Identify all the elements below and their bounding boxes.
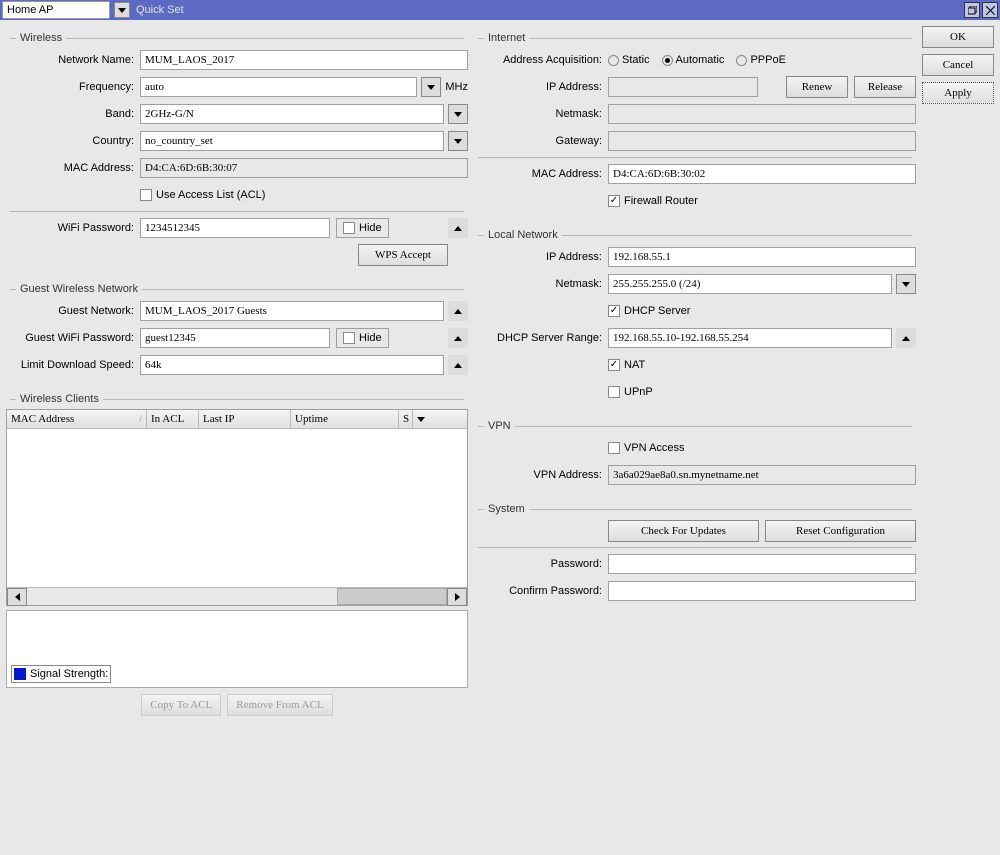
chevron-up-icon	[454, 309, 462, 314]
frequency-dropdown[interactable]	[421, 77, 441, 97]
vpn-group: VPN VPN Access VPN Address:3a6a029ae8a0.…	[474, 418, 916, 491]
window-title: Quick Set	[136, 4, 964, 16]
country-dropdown[interactable]	[448, 131, 468, 151]
frequency-input[interactable]: auto	[140, 77, 417, 97]
guest-group: Guest Wireless Network Guest Network:MUM…	[6, 281, 468, 381]
static-radio[interactable]	[608, 55, 619, 66]
clients-group: Wireless Clients MAC Address/ In ACL Las…	[6, 391, 468, 716]
vpn-access-checkbox[interactable]	[608, 442, 620, 454]
chevron-down-icon	[454, 112, 462, 117]
internet-ip	[608, 77, 758, 97]
network-name-input[interactable]: MUM_LAOS_2017	[140, 50, 468, 70]
wifi-password-input[interactable]: 1234512345	[140, 218, 330, 238]
chevron-down-icon	[427, 85, 435, 90]
local-netmask-input[interactable]: 255.255.255.0 (/24)	[608, 274, 892, 294]
close-button[interactable]	[982, 2, 998, 18]
internet-group: Internet Address Acquisition: Static Aut…	[474, 30, 916, 217]
acl-checkbox[interactable]	[140, 189, 152, 201]
netmask-dropdown[interactable]	[896, 274, 916, 294]
range-collapse[interactable]	[896, 328, 916, 348]
chevron-up-icon	[454, 363, 462, 368]
guest-pw-collapse[interactable]	[448, 328, 468, 348]
internet-gateway	[608, 131, 916, 151]
scroll-right[interactable]	[447, 588, 467, 606]
guest-hide-checkbox[interactable]	[343, 332, 355, 344]
hide-password-checkbox[interactable]	[343, 222, 355, 234]
limit-collapse[interactable]	[448, 355, 468, 375]
automatic-radio[interactable]	[662, 55, 673, 66]
nat-checkbox[interactable]	[608, 359, 620, 371]
signal-chart: Signal Strength:	[6, 610, 468, 688]
system-group: System Check For UpdatesReset Configurat…	[474, 501, 916, 607]
guest-password-input[interactable]: guest12345	[140, 328, 330, 348]
wifi-collapse[interactable]	[448, 218, 468, 238]
dhcp-range-input[interactable]: 192.168.55.10-192.168.55.254	[608, 328, 892, 348]
chevron-down-icon	[118, 8, 126, 13]
country-input[interactable]: no_country_set	[140, 131, 444, 151]
pppoe-radio[interactable]	[736, 55, 747, 66]
band-dropdown[interactable]	[448, 104, 468, 124]
cancel-button[interactable]: Cancel	[922, 54, 994, 76]
scrollbar[interactable]	[27, 588, 447, 605]
internet-netmask	[608, 104, 916, 124]
password-input[interactable]	[608, 554, 916, 574]
wps-button[interactable]: WPS Accept	[358, 244, 448, 266]
reset-config-button[interactable]: Reset Configuration	[765, 520, 916, 542]
firewall-checkbox[interactable]	[608, 195, 620, 207]
chevron-up-icon	[902, 336, 910, 341]
local-ip-input[interactable]: 192.168.55.1	[608, 247, 916, 267]
chevron-right-icon	[455, 593, 460, 601]
wireless-group: Wireless Network Name:MUM_LAOS_2017 Freq…	[6, 30, 468, 271]
vpn-address: 3a6a029ae8a0.sn.mynetname.net	[608, 465, 916, 485]
confirm-password-input[interactable]	[608, 581, 916, 601]
restore-button[interactable]	[964, 2, 980, 18]
band-input[interactable]: 2GHz-G/N	[140, 104, 444, 124]
mode-select[interactable]: Home AP	[2, 1, 110, 19]
ok-button[interactable]: OK	[922, 26, 994, 48]
chevron-left-icon	[15, 593, 20, 601]
upnp-checkbox[interactable]	[608, 386, 620, 398]
clients-table[interactable]: MAC Address/ In ACL Last IP Uptime S	[6, 409, 468, 606]
check-updates-button[interactable]: Check For Updates	[608, 520, 759, 542]
scroll-left[interactable]	[7, 588, 27, 606]
legend-swatch	[14, 668, 26, 680]
limit-input[interactable]: 64k	[140, 355, 444, 375]
guest-net-collapse[interactable]	[448, 301, 468, 321]
apply-button[interactable]: Apply	[922, 82, 994, 104]
chevron-down-icon	[417, 417, 425, 422]
guest-network-input[interactable]: MUM_LAOS_2017 Guests	[140, 301, 444, 321]
release-button[interactable]: Release	[854, 76, 916, 98]
chevron-down-icon	[902, 282, 910, 287]
dhcp-checkbox[interactable]	[608, 305, 620, 317]
chevron-up-icon	[454, 226, 462, 231]
mac-display: D4:CA:6D:6B:30:07	[140, 158, 468, 178]
mode-dropdown[interactable]	[114, 2, 130, 18]
chevron-down-icon	[454, 139, 462, 144]
copy-acl-button[interactable]: Copy To ACL	[141, 694, 221, 716]
local-group: Local Network IP Address:192.168.55.1 Ne…	[474, 227, 916, 408]
renew-button[interactable]: Renew	[786, 76, 848, 98]
remove-acl-button[interactable]: Remove From ACL	[227, 694, 332, 716]
internet-mac-input[interactable]: D4:CA:6D:6B:30:02	[608, 164, 916, 184]
chevron-up-icon	[454, 336, 462, 341]
